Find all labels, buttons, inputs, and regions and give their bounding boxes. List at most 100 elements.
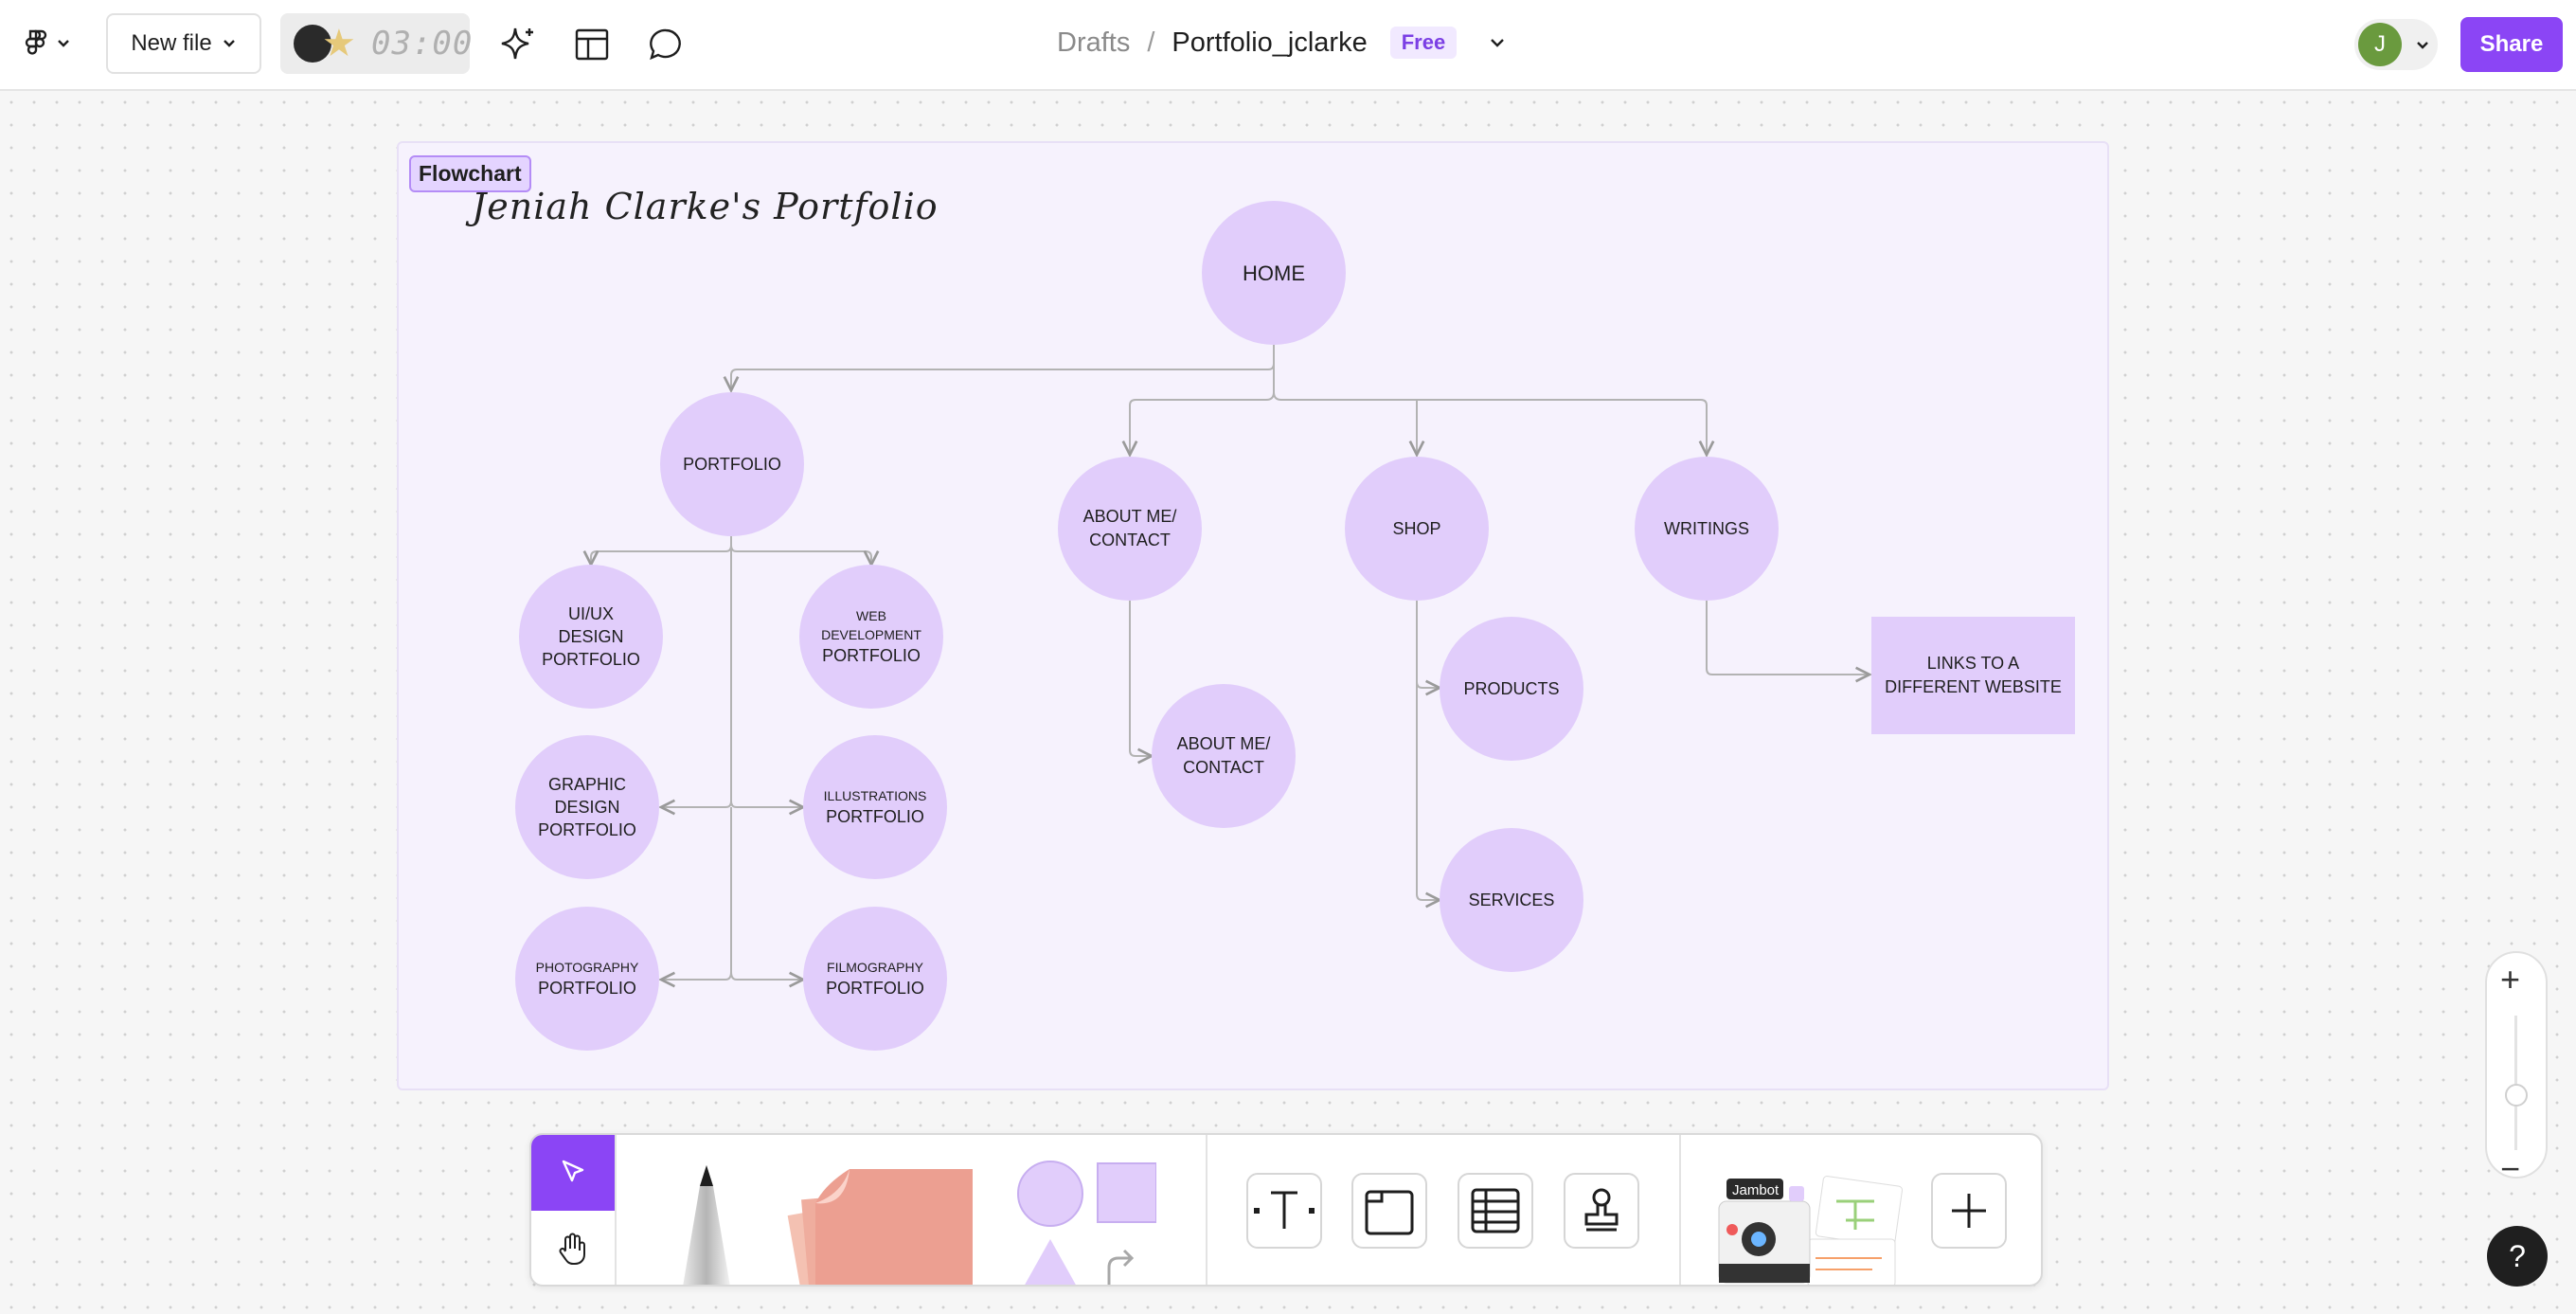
- node-writings[interactable]: WRITINGS: [1635, 457, 1779, 601]
- node-label: LINKS TO A DIFFERENT WEBSITE: [1885, 654, 2062, 696]
- node-label-line: PORTFOLIO: [826, 979, 924, 998]
- file-name[interactable]: Portfolio_jclarke: [1172, 27, 1367, 59]
- node-label-line: WEB: [856, 608, 886, 623]
- avatar: J: [2358, 23, 2402, 66]
- new-file-label: New file: [131, 30, 212, 56]
- node-label-line: PORTFOLIO: [826, 807, 924, 826]
- node-label: WEB DEVELOPMENT PORTFOLIO: [821, 606, 921, 667]
- zoom-slider-thumb[interactable]: [2505, 1084, 2528, 1107]
- toolbar-divider: [1206, 1135, 1208, 1285]
- zoom-slider-track[interactable]: [2514, 1016, 2517, 1150]
- node-label: PRODUCTS: [1463, 678, 1560, 698]
- sticky-note-tool[interactable]: [787, 1165, 976, 1285]
- node-shop[interactable]: SHOP: [1345, 457, 1489, 601]
- zoom-in-icon[interactable]: +: [2500, 963, 2520, 997]
- node-links[interactable]: LINKS TO A DIFFERENT WEBSITE: [1871, 617, 2075, 734]
- node-label-line: PORTFOLIO: [538, 979, 636, 998]
- node-webdev-portfolio[interactable]: WEB DEVELOPMENT PORTFOLIO: [799, 565, 943, 709]
- node-label-line: ILLUSTRATIONS: [823, 788, 927, 803]
- sparkle-icon: [501, 27, 533, 60]
- section-icon: [1365, 1190, 1414, 1235]
- plus-icon: [1952, 1194, 1986, 1228]
- ai-button[interactable]: [492, 19, 544, 70]
- bottom-toolbar: Jambot: [529, 1133, 2043, 1287]
- node-uiux-portfolio[interactable]: UI/UX DESIGN PORTFOLIO: [519, 565, 663, 709]
- stamp-icon: [1584, 1188, 1619, 1232]
- toolbar-divider: [1679, 1135, 1681, 1285]
- zoom-out-icon[interactable]: −: [2500, 1152, 2520, 1186]
- layout-button[interactable]: [566, 19, 617, 70]
- figma-logo-icon: [25, 29, 69, 55]
- toolbar-divider: [615, 1135, 617, 1285]
- table-icon: [1471, 1188, 1520, 1233]
- node-label: HOME: [1243, 261, 1305, 285]
- node-illustrations-portfolio[interactable]: ILLUSTRATIONS PORTFOLIO: [803, 735, 947, 879]
- select-tool[interactable]: [531, 1135, 615, 1211]
- stamp-tool[interactable]: [1564, 1173, 1639, 1249]
- comment-icon: [650, 28, 681, 61]
- chevron-down-icon[interactable]: [1487, 36, 1508, 49]
- marker-tool[interactable]: [664, 1161, 749, 1285]
- node-label: ABOUT ME/ CONTACT: [1082, 507, 1177, 549]
- node-about-child[interactable]: ABOUT ME/ CONTACT: [1152, 684, 1296, 828]
- node-portfolio[interactable]: PORTFOLIO: [660, 392, 804, 536]
- node-label-line: PORTFOLIO: [538, 820, 636, 839]
- node-label: WRITINGS: [1664, 518, 1749, 538]
- star-icon: ★: [322, 23, 356, 64]
- table-tool[interactable]: [1458, 1173, 1533, 1249]
- sticky-note-icon: [787, 1169, 973, 1285]
- node-label: PORTFOLIO: [683, 454, 781, 474]
- hand-tool[interactable]: [531, 1211, 615, 1285]
- shapes-tool[interactable]: [1014, 1158, 1157, 1285]
- node-label-line: PORTFOLIO: [542, 650, 640, 669]
- node-label-line: PHOTOGRAPHY: [535, 960, 639, 975]
- main-menu-button[interactable]: [21, 23, 78, 66]
- shapes-icon: [1017, 1161, 1157, 1285]
- comment-button[interactable]: [640, 19, 691, 70]
- more-tools-button[interactable]: [1931, 1173, 2007, 1249]
- node-label: GRAPHIC DESIGN PORTFOLIO: [538, 773, 636, 841]
- breadcrumb-separator: /: [1147, 27, 1155, 58]
- user-menu-button[interactable]: J: [2354, 19, 2438, 70]
- node-services[interactable]: SERVICES: [1440, 828, 1583, 972]
- marker-icon: [683, 1165, 730, 1285]
- node-label: SHOP: [1392, 518, 1441, 538]
- node-label-line: DESIGN: [558, 627, 624, 646]
- node-products[interactable]: PRODUCTS: [1440, 617, 1583, 761]
- new-file-button[interactable]: New file: [106, 13, 261, 74]
- node-label: ABOUT ME/ CONTACT: [1176, 734, 1271, 777]
- section-tool[interactable]: [1351, 1173, 1427, 1249]
- node-photography-portfolio[interactable]: PHOTOGRAPHY PORTFOLIO: [515, 907, 659, 1051]
- node-label-line: FILMOGRAPHY: [827, 960, 923, 975]
- node-label-line: GRAPHIC: [547, 775, 626, 794]
- timer-widget[interactable]: ★ 03:00: [280, 13, 472, 74]
- text-icon: [1254, 1191, 1315, 1229]
- plan-badge: Free: [1389, 27, 1458, 59]
- flowchart-title[interactable]: Jeniah Clarke's Portfolio: [472, 186, 939, 227]
- node-label: ILLUSTRATIONS PORTFOLIO: [824, 786, 927, 828]
- text-tool[interactable]: [1246, 1173, 1322, 1249]
- cursor-icon: [562, 1160, 584, 1182]
- node-label-line: PORTFOLIO: [822, 646, 921, 665]
- node-filmography-portfolio[interactable]: FILMOGRAPHY PORTFOLIO: [803, 907, 947, 1051]
- jambot-label: Jambot: [1732, 1182, 1780, 1198]
- templates-widget[interactable]: Jambot: [1713, 1173, 1903, 1285]
- chevron-down-icon: [223, 40, 235, 47]
- node-label-line: DEVELOPMENT: [821, 627, 921, 642]
- breadcrumb-drafts[interactable]: Drafts: [1057, 27, 1130, 59]
- node-label: FILMOGRAPHY PORTFOLIO: [826, 958, 924, 999]
- share-button[interactable]: Share: [2460, 17, 2563, 72]
- chevron-down-icon: [2417, 42, 2428, 49]
- node-label: UI/UX DESIGN PORTFOLIO: [542, 603, 640, 671]
- breadcrumb: Drafts / Portfolio_jclarke Free: [1057, 27, 1508, 59]
- node-about[interactable]: ABOUT ME/ CONTACT: [1058, 457, 1202, 601]
- node-label-line: DESIGN: [554, 798, 620, 817]
- node-label: SERVICES: [1468, 890, 1555, 909]
- node-label: PHOTOGRAPHY PORTFOLIO: [536, 958, 639, 999]
- help-icon[interactable]: ?: [2487, 1226, 2548, 1287]
- layout-icon: [575, 28, 609, 61]
- node-home[interactable]: HOME: [1202, 201, 1346, 345]
- node-label-line: UI/UX: [567, 604, 614, 623]
- node-graphic-portfolio[interactable]: GRAPHIC DESIGN PORTFOLIO: [515, 735, 659, 879]
- top-bar: New file ★ 03:00 Drafts / Portfolio_jcla…: [0, 0, 2576, 91]
